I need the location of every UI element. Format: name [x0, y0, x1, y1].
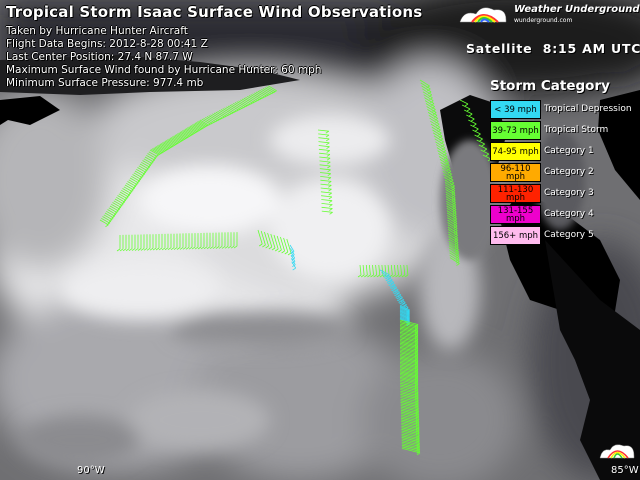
brand-name: Weather Underground® [514, 4, 640, 15]
satellite-time-label: Satellite 8:15 AM UTC [466, 41, 640, 56]
barb-track-south [399, 319, 421, 456]
legend-label-0: Tropical Depression [544, 104, 632, 114]
legend-swatch-1: 39-73 mph [490, 121, 541, 140]
legend-swatch-0: < 39 mph [490, 100, 541, 119]
info-max-wind: Maximum Surface Wind found by Hurricane … [6, 64, 322, 76]
legend-label-3: Category 2 [544, 167, 594, 177]
legend-label-1: Tropical Storm [544, 125, 609, 135]
info-flight-start: Flight Data Begins: 2012-8-28 00:41 Z [6, 38, 208, 50]
legend-swatch-6: 156+ mph [490, 226, 541, 245]
legend-swatch-2: 74-95 mph [490, 142, 541, 161]
legend-swatch-5: 131-155 mph [490, 205, 541, 224]
satellite-map: Tropical Storm Isaac Surface Wind Observ… [0, 0, 640, 480]
brand-site: wunderground.com [514, 17, 573, 24]
longitude-label-85w: 85°W [611, 465, 639, 476]
legend-label-5: Category 4 [544, 209, 594, 219]
weather-underground-small-logo [599, 444, 635, 459]
page-title: Tropical Storm Isaac Surface Wind Observ… [6, 3, 423, 21]
legend-label-4: Category 3 [544, 188, 594, 198]
legend-label-6: Category 5 [544, 230, 594, 240]
legend-swatch-4: 111-130 mph [490, 184, 541, 203]
info-center-position: Last Center Position: 27.4 N 87.7 W [6, 51, 193, 63]
longitude-label-90w: 90°W [77, 465, 105, 476]
legend-swatch-3: 96-110 mph [490, 163, 541, 182]
legend-title: Storm Category [490, 78, 610, 94]
info-min-pressure: Minimum Surface Pressure: 977.4 mb [6, 77, 204, 89]
legend-label-2: Category 1 [544, 146, 594, 156]
info-aircraft: Taken by Hurricane Hunter Aircraft [6, 25, 188, 37]
